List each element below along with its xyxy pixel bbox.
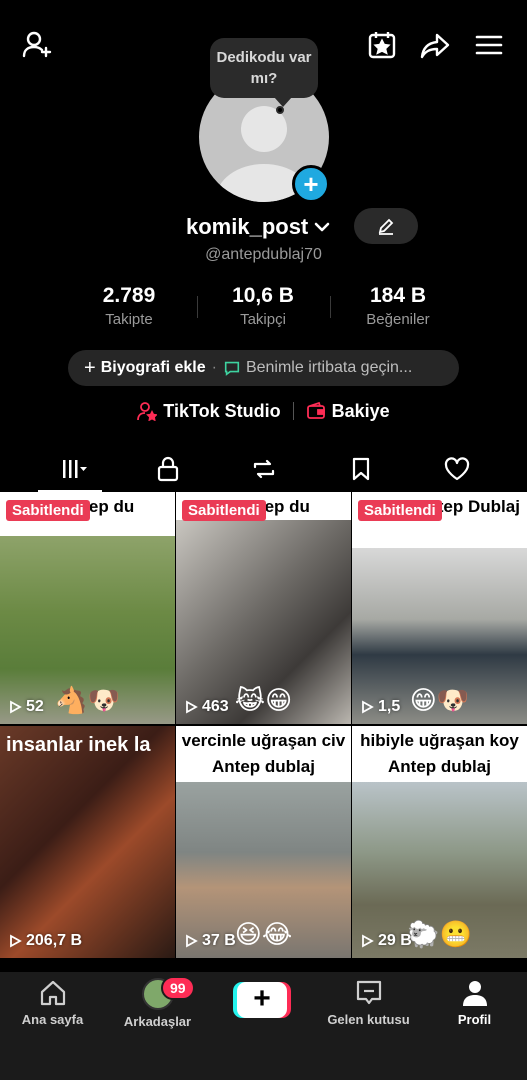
nav-label: Gelen kutusu xyxy=(327,1012,410,1027)
view-count: 29 B xyxy=(360,932,412,950)
view-count-value: 29 B xyxy=(378,932,412,949)
nav-label: Ana sayfa xyxy=(21,1012,84,1027)
lock-icon xyxy=(157,456,178,482)
nav-label: Profil xyxy=(457,1012,492,1027)
video-grid: k -Antep du Sabitlendi 🐴🐶 52 di Antep du… xyxy=(0,492,527,972)
plus-icon: + xyxy=(84,356,96,379)
tab-reposts[interactable] xyxy=(211,446,316,492)
video-caption: hibiyle uğraşan koy Antep dublaj xyxy=(352,728,527,780)
stat-label: Takipte xyxy=(105,311,153,328)
view-count-value: 52 xyxy=(26,698,44,715)
stat-label: Takipçi xyxy=(240,311,286,328)
add-bio-button[interactable]: Biyografi ekle xyxy=(101,359,206,377)
add-avatar-plus-icon[interactable]: + xyxy=(292,165,330,203)
content-tabs xyxy=(0,446,527,492)
creator-star-icon xyxy=(137,402,158,421)
tab-favorites[interactable] xyxy=(308,446,413,492)
contact-button[interactable]: Benimle irtibata geçin... xyxy=(246,359,412,377)
pencil-icon xyxy=(378,218,394,235)
add-user-icon[interactable] xyxy=(20,28,54,62)
bottom-navigation: Ana sayfa Arkadaşlar 99 + Gelen kutusu P… xyxy=(0,972,527,1080)
view-count-value: 1,5 xyxy=(378,698,401,715)
nav-inbox[interactable]: Gelen kutusu xyxy=(316,978,421,1027)
profile-icon xyxy=(462,981,487,1006)
create-post-button[interactable]: + xyxy=(233,982,291,1018)
hamburger-menu-icon[interactable] xyxy=(472,28,506,62)
play-icon xyxy=(186,700,198,714)
heart-icon xyxy=(444,457,469,481)
view-count: 52 xyxy=(8,698,44,716)
pinned-badge: Sabitlendi xyxy=(182,500,266,521)
view-count-value: 37 B xyxy=(202,932,236,949)
view-count: 1,5 xyxy=(360,698,400,716)
view-count: 206,7 B xyxy=(8,932,82,950)
view-count: 463 xyxy=(184,698,229,716)
stat-following[interactable]: 2.789 Takipte xyxy=(64,284,194,328)
divider xyxy=(292,402,294,420)
video-thumbnail[interactable]: hibiyle uğraşan koy Antep dublaj 🐑😬 29 B xyxy=(352,726,527,958)
play-icon xyxy=(10,934,22,948)
nav-home[interactable]: Ana sayfa xyxy=(0,978,105,1027)
view-count: 37 B xyxy=(184,932,236,950)
nav-profile[interactable]: Profil xyxy=(422,978,527,1027)
divider xyxy=(330,296,331,318)
bubble-tail-dot xyxy=(276,106,284,114)
play-icon xyxy=(186,934,198,948)
edit-profile-button[interactable] xyxy=(354,208,418,244)
video-caption: vercinle uğraşan civ Antep dublaj xyxy=(176,728,351,780)
plus-icon: + xyxy=(237,982,287,1018)
video-caption: insanlar inek la xyxy=(6,734,151,756)
share-arrow-icon[interactable] xyxy=(418,28,452,62)
balance-link[interactable]: Bakiye xyxy=(332,401,390,422)
stat-followers[interactable]: 10,6 B Takipçi xyxy=(198,284,328,328)
stat-value: 184 B xyxy=(369,284,427,307)
profile-stats: 2.789 Takipte 10,6 B Takipçi 184 B Beğen… xyxy=(0,284,527,330)
home-icon xyxy=(40,980,65,1006)
stat-value: 2.789 xyxy=(102,284,156,307)
gossip-bubble[interactable]: Dedikodu var mı? xyxy=(210,38,318,107)
video-thumbnail[interactable]: insanlar inek la 206,7 B xyxy=(0,726,175,958)
creator-tools-row: TikTok Studio Bakiye xyxy=(0,398,527,424)
inbox-icon xyxy=(356,980,381,1005)
stat-likes[interactable]: 184 B Beğeniler xyxy=(333,284,463,328)
chevron-down-icon xyxy=(314,222,330,232)
play-icon xyxy=(362,934,374,948)
calendar-star-icon[interactable] xyxy=(365,28,399,62)
username: komik_post xyxy=(186,214,309,239)
play-icon xyxy=(10,700,22,714)
nav-friends[interactable]: Arkadaşlar 99 xyxy=(105,976,210,1029)
video-thumbnail[interactable]: k -Antep du Sabitlendi 🐴🐶 52 xyxy=(0,492,175,724)
stat-label: Beğeniler xyxy=(366,311,430,328)
tab-liked[interactable] xyxy=(404,446,509,492)
view-count-value: 206,7 B xyxy=(26,932,83,949)
video-thumbnail[interactable]: di Antep du Sabitlendi 😹😁 463 xyxy=(176,492,351,724)
nav-label: Arkadaşlar xyxy=(123,1014,192,1029)
chat-bubble-icon xyxy=(224,361,240,376)
view-count-value: 463 xyxy=(202,698,229,715)
gossip-bubble-text: Dedikodu var mı? xyxy=(216,49,312,87)
grid-bars-icon xyxy=(62,460,87,478)
bookmark-icon xyxy=(352,457,369,481)
tab-private[interactable] xyxy=(115,446,220,492)
tiktok-studio-link[interactable]: TikTok Studio xyxy=(163,401,280,422)
wallet-icon xyxy=(306,401,325,419)
pinned-badge: Sabitlendi xyxy=(358,500,442,521)
user-handle: @antepdublaj70 xyxy=(205,246,322,263)
dot-separator: · xyxy=(211,359,217,376)
video-thumbnail[interactable]: Çocuk Antep Dublaj Sabitlendi 😁🐶 1,5 xyxy=(352,492,527,724)
notification-badge: 99 xyxy=(161,976,195,1000)
username-switcher[interactable]: komik_post xyxy=(186,212,332,242)
bio-pill[interactable]: + Biyografi ekle · Benimle irtibata geçi… xyxy=(68,350,459,386)
tab-videos[interactable] xyxy=(20,446,125,492)
video-thumbnail[interactable]: vercinle uğraşan civ Antep dublaj 😆😂 37 … xyxy=(176,726,351,958)
play-icon xyxy=(362,700,374,714)
repost-icon xyxy=(253,459,274,479)
pinned-badge: Sabitlendi xyxy=(6,500,90,521)
stat-value: 10,6 B xyxy=(232,284,294,307)
